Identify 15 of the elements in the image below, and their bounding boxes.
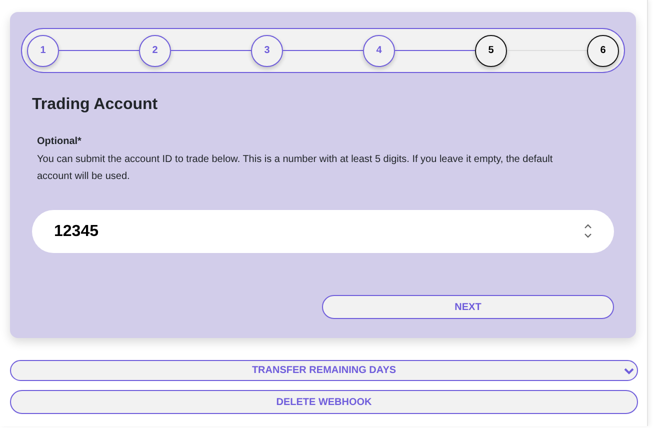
step-circle[interactable]: 6 bbox=[587, 34, 619, 66]
number-input-field[interactable]: 12345 bbox=[32, 210, 614, 254]
spinner-icon[interactable] bbox=[582, 222, 594, 240]
step-circle[interactable]: 3 bbox=[251, 34, 283, 66]
step-circle[interactable]: 5 bbox=[475, 34, 507, 66]
help-text: You can submit the account ID to trade below. This is a number with at least 5 digits. If you leave it empty, the default account will be used. bbox=[37, 153, 554, 184]
step-circle[interactable]: 4 bbox=[363, 34, 395, 66]
step-circle[interactable]: 2 bbox=[139, 34, 171, 66]
transfer-remaining-days-button[interactable]: TRANSFER REMAINING DAYS bbox=[10, 360, 638, 381]
delete-webhook-button[interactable]: DELETE WEBHOOK bbox=[10, 390, 638, 414]
chevron-down-icon bbox=[624, 366, 634, 376]
next-button[interactable]: NEXT bbox=[322, 295, 614, 320]
step-circle[interactable]: 1 bbox=[27, 34, 59, 66]
field-label: Optional* bbox=[37, 135, 82, 150]
section-heading: Trading Account bbox=[32, 95, 159, 114]
